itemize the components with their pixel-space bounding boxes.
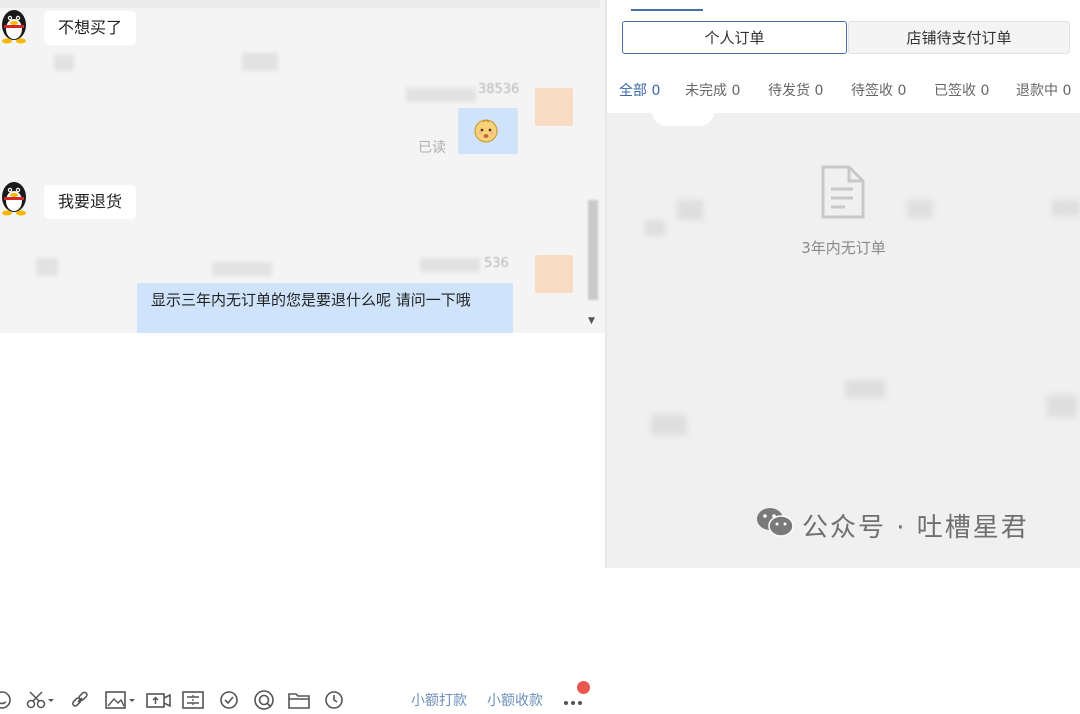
tab-all[interactable]: 全部 0: [619, 80, 660, 100]
emoji-baby-face-icon: [474, 119, 498, 143]
redacted-block: [677, 200, 703, 220]
small-payment-link[interactable]: 小额打款: [411, 690, 467, 710]
order-panel: 个人订单 店铺待支付订单 全部 0 未完成 0 待发货 0 待签收 0 已签收 …: [607, 0, 1080, 568]
tab-personal-orders[interactable]: 个人订单: [622, 21, 847, 54]
penguin-avatar-icon: [2, 10, 26, 44]
watermark-text: 公众号 · 吐槽星君: [802, 513, 1029, 543]
sender-id: 38536: [478, 82, 520, 97]
scroll-thumb[interactable]: [588, 200, 598, 300]
message-bubble-incoming[interactable]: 不想买了: [44, 11, 137, 45]
more-icon[interactable]: [562, 692, 584, 714]
ticket-icon[interactable]: [182, 689, 204, 711]
redacted-block: [36, 258, 58, 276]
message-bubble-incoming[interactable]: 我要退货: [44, 185, 137, 219]
seller-avatar[interactable]: [535, 255, 573, 293]
scissors-icon[interactable]: [26, 689, 56, 711]
watermark: 公众号 · 吐槽星君: [756, 506, 1029, 545]
chat-toolbar: 小额打款 小额收款: [0, 340, 605, 710]
redacted-block: [907, 200, 933, 218]
seller-avatar[interactable]: [535, 88, 573, 126]
video-upload-icon[interactable]: [146, 689, 172, 711]
chat-panel: 不想买了 38536 已读 我要退货 536 显示三年内无订单的您是要退什么呢 …: [0, 0, 605, 710]
folder-icon[interactable]: [288, 689, 310, 711]
tab-received[interactable]: 已签收 0: [934, 80, 989, 100]
coupon-icon[interactable]: [253, 689, 275, 711]
link-icon[interactable]: [70, 689, 90, 711]
redacted-block: [54, 55, 74, 71]
customer-avatar[interactable]: [0, 180, 30, 216]
wechat-icon: [756, 506, 794, 545]
redacted-block: [645, 220, 665, 236]
tab-incomplete[interactable]: 未完成 0: [685, 80, 740, 100]
redacted-block: [845, 380, 885, 398]
sender-id: 536: [484, 256, 509, 271]
message-bubble-outgoing[interactable]: [458, 108, 518, 154]
image-icon[interactable]: [105, 689, 137, 711]
clock-icon[interactable]: [324, 689, 344, 711]
message-input[interactable]: [0, 380, 605, 568]
message-list[interactable]: 不想买了 38536 已读 我要退货 536 显示三年内无订单的您是要退什么呢 …: [0, 0, 605, 333]
read-status: 已读: [418, 140, 446, 156]
message-bubble-outgoing[interactable]: 显示三年内无订单的您是要退什么呢 请问一下哦: [137, 283, 513, 333]
tab-pending-shipment[interactable]: 待发货 0: [768, 80, 823, 100]
redacted-block: [242, 53, 278, 71]
smile-icon[interactable]: [0, 689, 12, 711]
order-header: 个人订单 店铺待支付订单 全部 0 未完成 0 待发货 0 待签收 0 已签收 …: [607, 0, 1080, 113]
tab-shop-pending-orders[interactable]: 店铺待支付订单: [848, 21, 1070, 54]
scroll-down-arrow-icon[interactable]: ▼: [588, 316, 595, 326]
shield-check-icon[interactable]: [219, 689, 239, 711]
redacted-block: [212, 262, 272, 276]
notification-badge: [577, 681, 590, 694]
redacted-block: [651, 415, 687, 435]
empty-order-icon: [819, 165, 867, 223]
redacted-block: [1052, 200, 1080, 216]
tab-pending-receipt[interactable]: 待签收 0: [851, 80, 906, 100]
customer-avatar[interactable]: [0, 8, 30, 44]
tab-pointer: [652, 112, 714, 126]
penguin-avatar-icon: [2, 182, 26, 216]
active-tab-indicator: [631, 9, 703, 11]
redacted-block: [1047, 395, 1077, 417]
small-collection-link[interactable]: 小额收款: [487, 690, 543, 710]
message-scrollbar[interactable]: [586, 195, 600, 305]
tab-refunding[interactable]: 退款中 0: [1016, 80, 1071, 100]
empty-orders-message: 3年内无订单: [801, 239, 886, 257]
redacted-sender-name: [420, 258, 480, 272]
chat-header-strip: [0, 0, 600, 8]
redacted-sender-name: [406, 88, 476, 102]
